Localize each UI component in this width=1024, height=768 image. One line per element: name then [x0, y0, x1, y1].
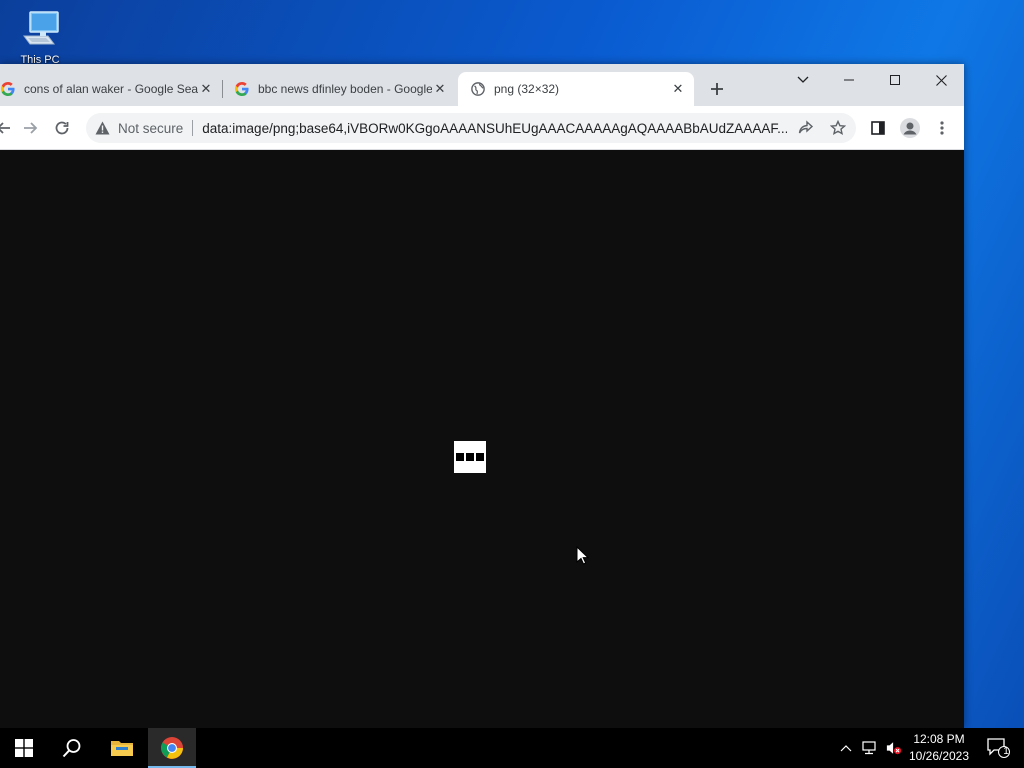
- security-status-label[interactable]: Not secure: [118, 121, 183, 136]
- side-panel-icon: [871, 121, 885, 135]
- new-tab-button[interactable]: [705, 77, 729, 101]
- displayed-png-image[interactable]: [454, 441, 486, 473]
- reload-icon: [55, 121, 69, 135]
- reload-button[interactable]: [48, 114, 76, 142]
- back-arrow-icon: [0, 122, 10, 134]
- volume-muted-icon[interactable]: [886, 740, 902, 756]
- tab-title: png (32×32): [494, 82, 560, 96]
- mouse-cursor-icon: [576, 546, 590, 565]
- action-center-button[interactable]: 1: [978, 728, 1018, 768]
- start-button[interactable]: [0, 728, 48, 768]
- tab-close-icon[interactable]: ✕: [432, 81, 448, 97]
- close-icon: [935, 74, 947, 86]
- system-clock[interactable]: 12:08 PM 10/26/2023: [906, 731, 972, 765]
- chevron-up-icon[interactable]: [838, 740, 854, 756]
- globe-icon: [470, 81, 486, 97]
- this-pc-icon: [23, 11, 59, 45]
- tab-close-icon[interactable]: ✕: [198, 81, 214, 97]
- bookmark-star-icon[interactable]: [830, 120, 846, 136]
- maximize-icon: [890, 75, 900, 85]
- image-pixel-block: [466, 453, 474, 461]
- kebab-menu-icon: [940, 121, 944, 135]
- browser-toolbar: Not secure data:image/png;base64,iVBORw0…: [0, 106, 964, 150]
- page-content: [0, 150, 964, 728]
- avatar-icon: [900, 118, 920, 138]
- tab-title: cons of alan waker - Google Search: [24, 82, 198, 96]
- tab-title: bbc news dfinley boden - Google Search: [258, 82, 432, 96]
- plus-icon: [711, 83, 723, 95]
- taskbar: 12:08 PM 10/26/2023 1: [0, 728, 1024, 768]
- google-icon: [234, 81, 250, 97]
- tab-png-active[interactable]: png (32×32) ✕: [458, 72, 694, 106]
- close-window-button[interactable]: [918, 64, 964, 96]
- google-icon: [0, 81, 16, 97]
- clock-date: 10/26/2023: [908, 749, 970, 763]
- forward-button[interactable]: [16, 114, 44, 142]
- browser-window: cons of alan waker - Google Search ✕ bbc…: [0, 64, 964, 728]
- profile-button[interactable]: [896, 114, 924, 142]
- network-icon[interactable]: [862, 740, 878, 756]
- file-explorer-button[interactable]: [98, 728, 146, 768]
- desktop-icon-this-pc[interactable]: This PC: [12, 8, 68, 70]
- forward-arrow-icon: [24, 122, 38, 134]
- tab-google-search-2[interactable]: bbc news dfinley boden - Google Search ✕: [226, 72, 454, 106]
- chrome-icon: [161, 737, 183, 759]
- minimize-icon: [844, 79, 854, 81]
- minimize-button[interactable]: [826, 64, 872, 96]
- image-pixel-block: [456, 453, 464, 461]
- tab-strip: cons of alan waker - Google Search ✕ bbc…: [0, 64, 964, 106]
- warning-icon[interactable]: [94, 120, 110, 136]
- maximize-button[interactable]: [872, 64, 918, 96]
- folder-icon: [111, 741, 133, 756]
- notification-count-badge: 1: [1003, 746, 1009, 757]
- menu-button[interactable]: [928, 114, 956, 142]
- image-pixel-block: [476, 453, 484, 461]
- share-icon[interactable]: [798, 120, 814, 136]
- search-button[interactable]: [48, 728, 96, 768]
- clock-time: 12:08 PM: [913, 732, 965, 746]
- chevron-down-icon: [797, 76, 809, 83]
- chrome-taskbar-button[interactable]: [148, 728, 196, 768]
- windows-logo-icon: [15, 739, 33, 757]
- tab-divider: [222, 80, 223, 98]
- tab-google-search-1[interactable]: cons of alan waker - Google Search ✕: [0, 72, 220, 106]
- tab-search-button[interactable]: [780, 64, 826, 96]
- url-text[interactable]: data:image/png;base64,iVBORw0KGgoAAAANSU…: [202, 121, 787, 136]
- side-panel-button[interactable]: [864, 114, 892, 142]
- search-icon: [62, 739, 81, 758]
- tab-close-icon[interactable]: ✕: [670, 81, 686, 97]
- address-divider: [192, 120, 194, 136]
- address-bar[interactable]: Not secure data:image/png;base64,iVBORw0…: [86, 113, 856, 143]
